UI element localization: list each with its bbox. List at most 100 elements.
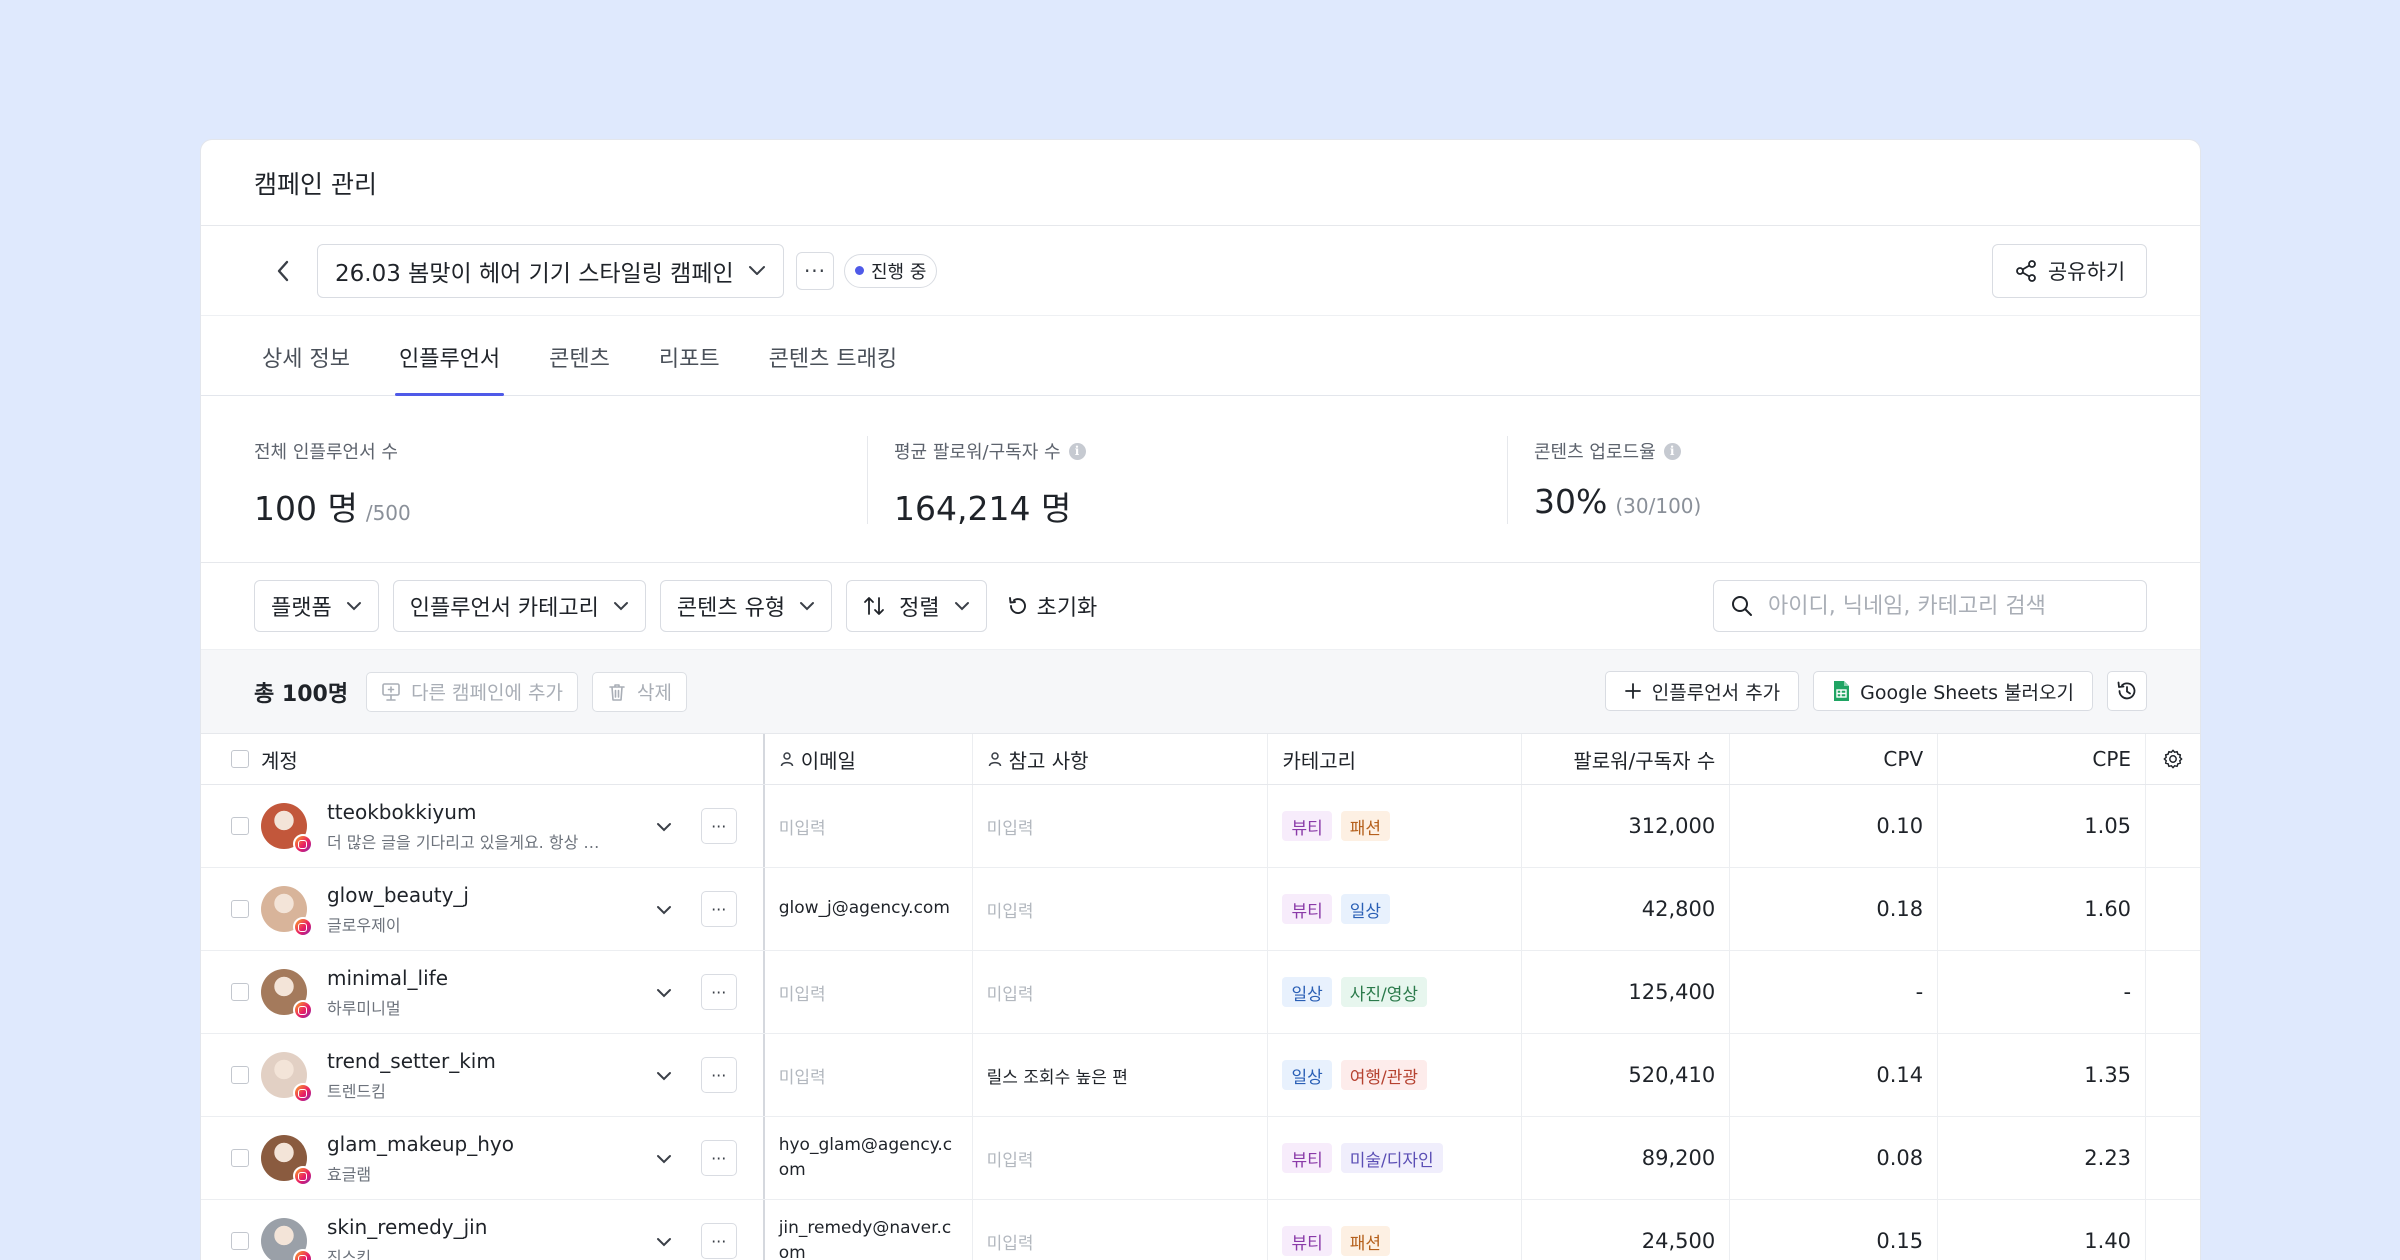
row-checkbox[interactable] bbox=[230, 1066, 249, 1084]
platform-filter[interactable]: 플랫폼 bbox=[254, 580, 379, 632]
chevron-down-icon bbox=[656, 1230, 672, 1252]
header-cpv[interactable]: CPV bbox=[1730, 734, 1939, 784]
table-row[interactable]: glam_makeup_hyo 효글램 ··· hyo_glam@agency.com… bbox=[201, 1117, 2200, 1200]
followers-cell: 42,800 bbox=[1522, 868, 1731, 950]
account-id[interactable]: minimal_life bbox=[327, 966, 649, 990]
expand-row-button[interactable] bbox=[649, 1064, 679, 1086]
email-value: jin_remedy@naver.com bbox=[778, 1217, 952, 1260]
tab-report[interactable]: 리포트 bbox=[655, 341, 724, 395]
instagram-icon bbox=[292, 1083, 313, 1103]
cpe-value: 2.23 bbox=[2084, 1146, 2132, 1170]
table-row[interactable]: trend_setter_kim 트렌드킴 ··· 미입력 릴스 조회수 높은 편 일상 여… bbox=[201, 1034, 2200, 1117]
campaign-select[interactable]: 26.03 봄맞이 헤어 기기 스타일링 캠페인 bbox=[317, 243, 784, 298]
filter-label: 인플루언서 카테고리 bbox=[409, 596, 599, 621]
chevron-down-icon bbox=[656, 815, 672, 837]
row-more-button[interactable]: ··· bbox=[700, 1223, 737, 1259]
select-all-checkbox[interactable] bbox=[230, 750, 249, 768]
tab-influencers[interactable]: 인플루언서 bbox=[394, 341, 505, 396]
row-more-button[interactable]: ··· bbox=[700, 808, 737, 844]
column-settings-button[interactable] bbox=[2146, 734, 2200, 784]
search-input[interactable] bbox=[1768, 593, 2130, 619]
account-id[interactable]: glow_beauty_j bbox=[327, 883, 649, 907]
history-button[interactable] bbox=[2107, 671, 2147, 711]
add-influencer-button[interactable]: 인플루언서 추가 bbox=[1604, 671, 1800, 711]
avatar bbox=[260, 803, 313, 854]
expand-row-button[interactable] bbox=[649, 1230, 679, 1252]
header-label: CPV bbox=[1883, 747, 1924, 771]
cpv-cell: 0.18 bbox=[1730, 868, 1939, 950]
filter-label: 플랫폼 bbox=[271, 596, 332, 621]
expand-row-button[interactable] bbox=[649, 1147, 679, 1169]
tab-bar: 상세 정보 인플루언서 콘텐츠 리포트 콘텐츠 트래킹 bbox=[201, 316, 2200, 396]
content-type-filter[interactable]: 콘텐츠 유형 bbox=[659, 580, 833, 632]
followers-cell: 520,410 bbox=[1522, 1034, 1731, 1116]
row-checkbox[interactable] bbox=[230, 983, 249, 1001]
table-row[interactable]: glow_beauty_j 글로우제이 ··· glow_j@agency.com 미입… bbox=[201, 868, 2200, 951]
account-id[interactable]: tteokbokkiyum bbox=[327, 800, 649, 824]
account-id[interactable]: skin_remedy_jin bbox=[327, 1215, 649, 1239]
add-to-other-campaign-button[interactable]: 다른 캠페인에 추가 bbox=[366, 671, 578, 712]
account-nickname: 하루미니멀 bbox=[326, 998, 401, 1018]
note-cell[interactable]: 미입력 bbox=[973, 785, 1269, 867]
row-more-button[interactable]: ··· bbox=[700, 974, 737, 1010]
account-nickname: 트렌드킴 bbox=[326, 1081, 386, 1101]
note-cell[interactable]: 미입력 bbox=[973, 951, 1269, 1033]
category-chip: 패션 bbox=[1340, 1226, 1391, 1256]
reset-button[interactable]: 초기화 bbox=[1007, 590, 1097, 622]
campaign-management-panel: 캠페인 관리 26.03 봄맞이 헤어 기기 스타일링 캠페인 ··· 진행 중… bbox=[200, 139, 2201, 1260]
table-row[interactable]: tteokbokkiyum 더 많은 글을 기다리고 있을게요. 항상 유... ·… bbox=[201, 785, 2200, 868]
tab-content-tracking[interactable]: 콘텐츠 트래킹 bbox=[765, 341, 901, 395]
expand-row-button[interactable] bbox=[649, 898, 679, 920]
delete-button[interactable]: 삭제 bbox=[591, 671, 687, 712]
email-cell[interactable]: 미입력 bbox=[765, 951, 973, 1033]
info-icon[interactable]: i bbox=[1068, 442, 1086, 460]
category-chip: 뷰티 bbox=[1282, 894, 1332, 924]
header-label: 카테고리 bbox=[1282, 748, 1357, 773]
email-cell[interactable]: 미입력 bbox=[765, 785, 973, 867]
share-icon bbox=[2015, 260, 2036, 282]
note-cell[interactable]: 릴스 조회수 높은 편 bbox=[973, 1034, 1269, 1116]
account-id[interactable]: glam_makeup_hyo bbox=[327, 1132, 649, 1156]
note-cell[interactable]: 미입력 bbox=[973, 868, 1269, 950]
campaign-toolbar: 26.03 봄맞이 헤어 기기 스타일링 캠페인 ··· 진행 중 공유하기 bbox=[201, 226, 2200, 316]
email-cell[interactable]: glow_j@agency.com bbox=[765, 868, 973, 950]
header-followers[interactable]: 팔로워/구독자 수 bbox=[1522, 734, 1731, 784]
table-row[interactable]: skin_remedy_jin 진스킨 ··· jin_remedy@naver.co… bbox=[201, 1200, 2200, 1260]
account-id[interactable]: trend_setter_kim bbox=[327, 1049, 649, 1073]
header-cpe[interactable]: CPE bbox=[1938, 734, 2147, 784]
email-cell[interactable]: jin_remedy@naver.com bbox=[765, 1200, 973, 1260]
row-checkbox[interactable] bbox=[230, 1149, 249, 1167]
row-more-button[interactable]: ··· bbox=[700, 1057, 737, 1093]
account-nickname: 더 많은 글을 기다리고 있을게요. 항상 유... bbox=[326, 832, 607, 852]
expand-row-button[interactable] bbox=[649, 815, 679, 837]
note-cell[interactable]: 미입력 bbox=[973, 1117, 1269, 1199]
info-icon[interactable]: i bbox=[1663, 442, 1681, 460]
row-more-button[interactable]: ··· bbox=[700, 1140, 737, 1176]
google-sheets-import-button[interactable]: Google Sheets 불러오기 bbox=[1813, 671, 2093, 711]
history-icon bbox=[2117, 681, 2136, 700]
category-chip: 일상 bbox=[1282, 977, 1332, 1007]
cpe-cell: 2.23 bbox=[1938, 1117, 2147, 1199]
sort-filter[interactable]: 정렬 bbox=[846, 580, 987, 632]
row-checkbox[interactable] bbox=[230, 900, 249, 918]
cpe-value: 1.35 bbox=[2084, 1063, 2132, 1087]
row-checkbox[interactable] bbox=[230, 817, 249, 835]
share-button[interactable]: 공유하기 bbox=[1992, 244, 2147, 298]
back-button[interactable] bbox=[269, 257, 297, 285]
table-row[interactable]: minimal_life 하루미니멀 ··· 미입력 미입력 일상 사진/영상 125,400… bbox=[201, 951, 2200, 1034]
tab-contents[interactable]: 콘텐츠 bbox=[545, 341, 614, 395]
row-checkbox[interactable] bbox=[230, 1232, 249, 1250]
tab-details[interactable]: 상세 정보 bbox=[258, 341, 354, 395]
email-cell[interactable]: hyo_glam@agency.com bbox=[765, 1117, 973, 1199]
note-cell[interactable]: 미입력 bbox=[973, 1200, 1269, 1260]
email-cell[interactable]: 미입력 bbox=[765, 1034, 973, 1116]
expand-row-button[interactable] bbox=[649, 981, 679, 1003]
account-nickname: 효글램 bbox=[326, 1164, 372, 1184]
category-cell: 뷰티 일상 bbox=[1268, 868, 1523, 950]
influencer-category-filter[interactable]: 인플루언서 카테고리 bbox=[392, 580, 646, 632]
avatar bbox=[260, 1052, 313, 1103]
cpv-value: 0.08 bbox=[1876, 1146, 1924, 1170]
influencer-table: 계정 이메일 참고 사항 카테고리 팔로워/구독자 수 CPV CPE tteo… bbox=[201, 733, 2200, 1260]
row-more-button[interactable]: ··· bbox=[700, 891, 737, 927]
campaign-more-button[interactable]: ··· bbox=[796, 251, 834, 290]
